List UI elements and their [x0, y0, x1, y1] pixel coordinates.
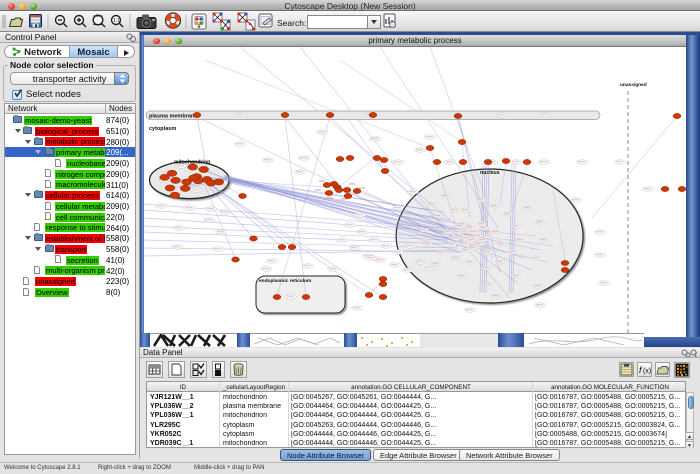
- svg-text:cytoplasm: cytoplasm: [149, 126, 176, 132]
- svg-text:unassigned: unassigned: [620, 82, 647, 88]
- svg-text:plasma membrane: plasma membrane: [149, 114, 197, 120]
- svg-text:(x): (x): [643, 368, 651, 375]
- svg-text:nucleus: nucleus: [480, 170, 500, 176]
- svg-text:1:1: 1:1: [113, 18, 120, 24]
- svg-text:endoplasmic reticulum: endoplasmic reticulum: [259, 278, 311, 284]
